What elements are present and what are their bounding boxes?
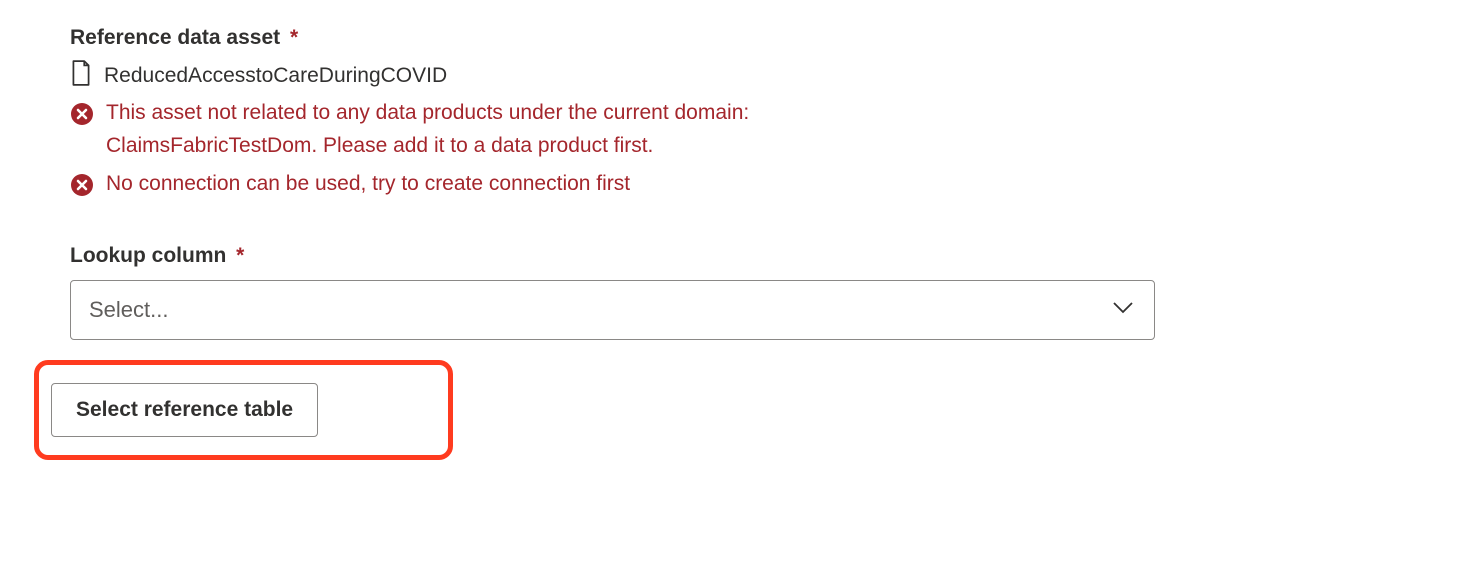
required-asterisk: *	[236, 244, 244, 267]
asset-name: ReducedAccesstoCareDuringCOVID	[104, 64, 447, 88]
lookup-column-label-text: Lookup column	[70, 244, 226, 267]
chevron-down-icon	[1112, 301, 1134, 320]
reference-data-asset-label-text: Reference data asset	[70, 26, 280, 49]
error-not-related-text: This asset not related to any data produ…	[106, 97, 896, 162]
file-icon	[70, 60, 92, 91]
error-not-related: This asset not related to any data produ…	[70, 97, 1395, 162]
error-no-connection: No connection can be used, try to create…	[70, 168, 1395, 202]
asset-row: ReducedAccesstoCareDuringCOVID	[70, 60, 1395, 91]
lookup-column-placeholder: Select...	[89, 297, 168, 323]
error-no-connection-text: No connection can be used, try to create…	[106, 168, 630, 201]
lookup-column-dropdown[interactable]: Select...	[70, 280, 1155, 340]
error-icon	[70, 173, 94, 202]
select-reference-table-button[interactable]: Select reference table	[51, 383, 318, 437]
highlight-annotation: Select reference table	[34, 360, 453, 460]
reference-data-asset-label: Reference data asset *	[70, 26, 1395, 50]
lookup-column-label: Lookup column *	[70, 244, 1395, 268]
error-icon	[70, 102, 94, 131]
required-asterisk: *	[290, 26, 298, 49]
